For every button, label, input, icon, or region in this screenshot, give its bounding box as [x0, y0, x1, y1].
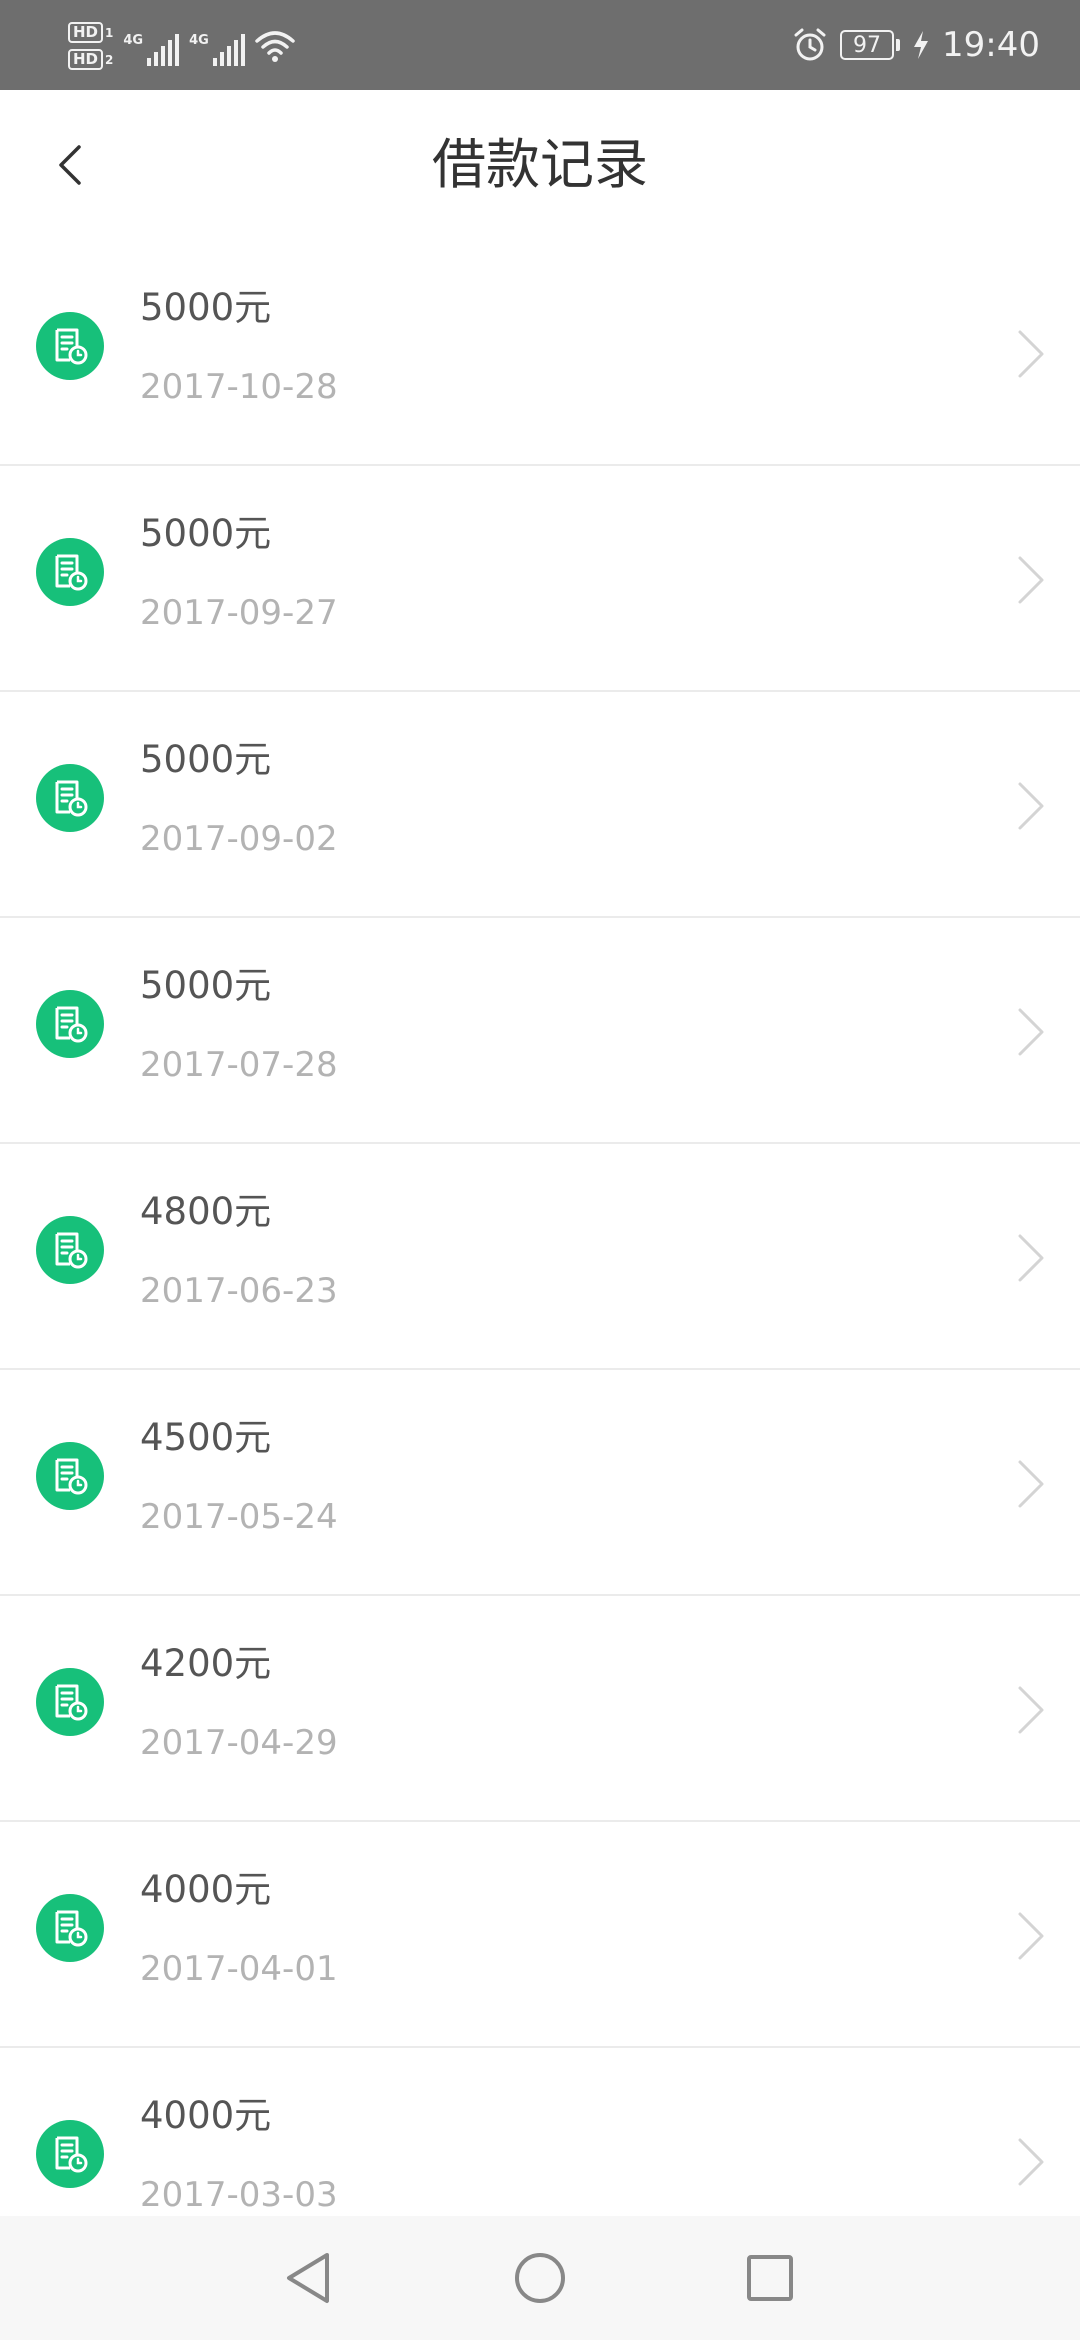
nav-home-button[interactable] [508, 2246, 572, 2310]
chevron-right-icon [1018, 556, 1044, 604]
status-right: 97 19:40 [792, 0, 1040, 90]
loan-amount: 4200元 [140, 1642, 272, 1685]
document-clock-icon [36, 990, 104, 1058]
loan-amount: 5000元 [140, 738, 272, 781]
charging-icon [914, 31, 929, 59]
sim1-index: 1 [105, 25, 114, 40]
sim2-index: 2 [105, 52, 114, 67]
battery-icon: 97 [840, 30, 901, 60]
alarm-icon [794, 28, 826, 61]
loan-date: 2017-03-03 [140, 2175, 338, 2215]
loan-amount: 4000元 [140, 2094, 272, 2137]
hd-icon: HD [68, 49, 104, 70]
nav-back-button[interactable] [276, 2246, 340, 2310]
network-type-label: 4G [189, 33, 209, 48]
status-bar: HD 1 HD 2 4G 4G 97 19:40 [0, 0, 1080, 90]
loan-record-row[interactable]: 4800元 2017-06-23 [0, 1144, 1080, 1370]
loan-amount: 4500元 [140, 1416, 272, 1459]
document-clock-icon [36, 1668, 104, 1736]
chevron-right-icon [1018, 1008, 1044, 1056]
hd-sim1: HD 1 [68, 22, 113, 43]
hd-sim2: HD 2 [68, 49, 113, 70]
app-header: 借款记录 [0, 90, 1080, 240]
loan-date: 2017-10-28 [140, 367, 338, 407]
system-nav-bar [0, 2216, 1080, 2340]
document-clock-icon [36, 312, 104, 380]
chevron-right-icon [1018, 1234, 1044, 1282]
chevron-right-icon [1018, 1686, 1044, 1734]
chevron-right-icon [1018, 1912, 1044, 1960]
home-circle-icon [515, 2253, 565, 2303]
loan-record-row[interactable]: 4200元 2017-04-29 [0, 1596, 1080, 1822]
loan-record-list: 5000元 2017-10-28 5000元 2017-09-27 5000元 … [0, 240, 1080, 2274]
hd-indicators: HD 1 HD 2 [68, 22, 113, 70]
chevron-right-icon [1018, 330, 1044, 378]
loan-record-row[interactable]: 5000元 2017-09-27 [0, 466, 1080, 692]
loan-date: 2017-04-29 [140, 1723, 338, 1763]
clock-time: 19:40 [942, 25, 1040, 65]
loan-record-row[interactable]: 4500元 2017-05-24 [0, 1370, 1080, 1596]
chevron-right-icon [1018, 782, 1044, 830]
back-triangle-icon [287, 2253, 329, 2303]
document-clock-icon [36, 538, 104, 606]
loan-date: 2017-04-01 [140, 1949, 338, 1989]
recents-square-icon [747, 2255, 793, 2301]
nav-recents-button[interactable] [738, 2246, 802, 2310]
network-type-label: 4G [123, 33, 144, 48]
loan-amount: 5000元 [140, 286, 272, 329]
document-clock-icon [36, 764, 104, 832]
chevron-right-icon [1018, 2138, 1044, 2186]
loan-date: 2017-07-28 [140, 1045, 338, 1085]
document-clock-icon [36, 1894, 104, 1962]
loan-date: 2017-09-02 [140, 819, 338, 859]
loan-date: 2017-05-24 [140, 1497, 338, 1537]
document-clock-icon [36, 2120, 104, 2188]
document-clock-icon [36, 1442, 104, 1510]
loan-date: 2017-06-23 [140, 1271, 338, 1311]
loan-date: 2017-09-27 [140, 593, 338, 633]
wifi-icon [255, 31, 295, 62]
chevron-right-icon [1018, 1460, 1044, 1508]
signal-icon: 4G [189, 26, 245, 66]
document-clock-icon [36, 1216, 104, 1284]
loan-record-row[interactable]: 5000元 2017-07-28 [0, 918, 1080, 1144]
loan-amount: 4000元 [140, 1868, 272, 1911]
loan-record-row[interactable]: 5000元 2017-09-02 [0, 692, 1080, 918]
status-left: HD 1 HD 2 4G 4G [68, 14, 295, 78]
page-title: 借款记录 [432, 133, 648, 196]
battery-level: 97 [853, 32, 882, 58]
loan-amount: 4800元 [140, 1190, 272, 1233]
loan-record-row[interactable]: 4000元 2017-04-01 [0, 1822, 1080, 2048]
hd-icon: HD [68, 22, 104, 43]
loan-amount: 5000元 [140, 964, 272, 1007]
loan-amount: 5000元 [140, 512, 272, 555]
signal-icon: 4G [123, 26, 180, 66]
loan-record-row[interactable]: 5000元 2017-10-28 [0, 240, 1080, 466]
